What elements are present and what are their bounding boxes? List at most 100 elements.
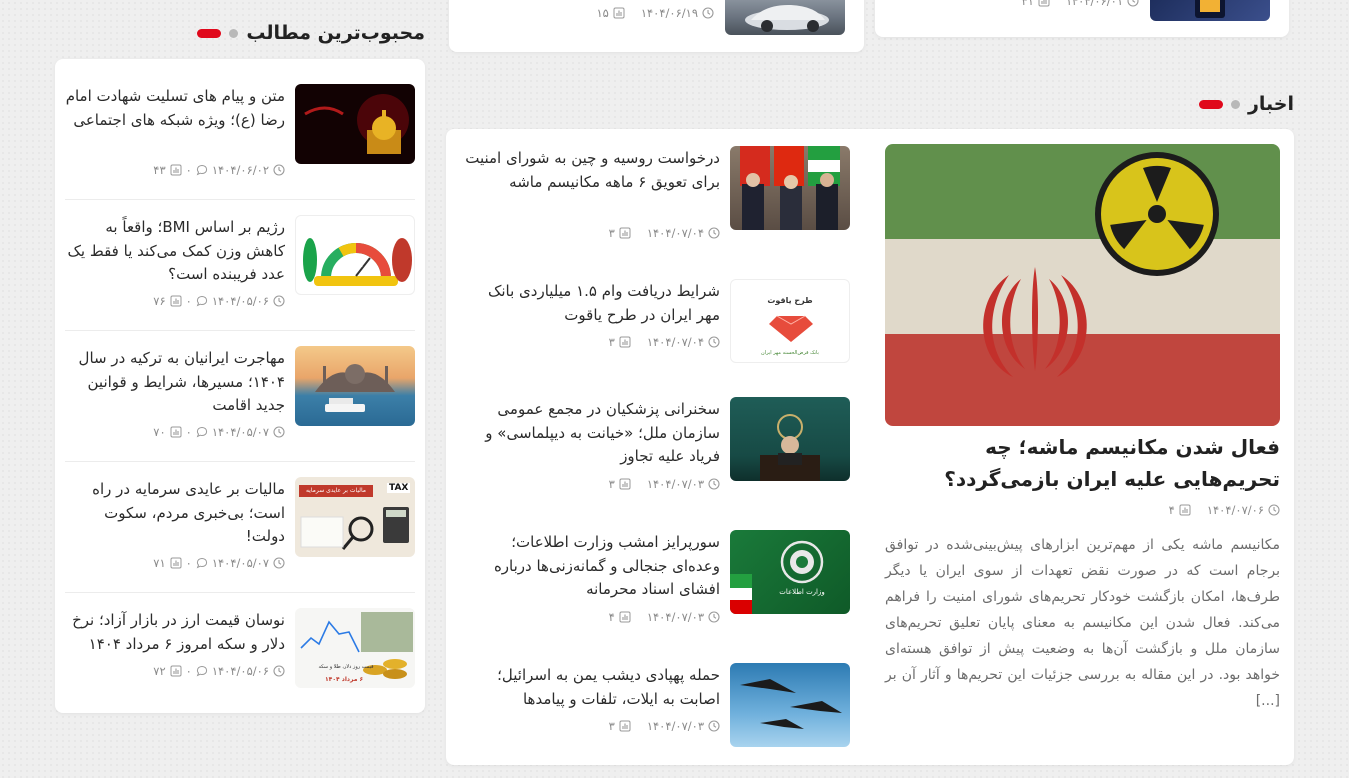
car-thumbnail[interactable] bbox=[725, 0, 845, 35]
comment-icon bbox=[196, 557, 208, 569]
views-icon bbox=[170, 557, 182, 569]
popular-thumb-istanbul[interactable] bbox=[295, 346, 415, 426]
popular-item-meta: ۱۴۰۴/۰۵/۰۶ ۰ ۷۶ bbox=[153, 294, 285, 308]
views-count: ۷۱ bbox=[153, 556, 166, 570]
views-count: ۷۲ bbox=[153, 664, 166, 678]
comments-count: ۰ bbox=[185, 294, 192, 308]
date: ۱۴۰۴/۰۵/۰۷ bbox=[211, 425, 269, 439]
popular-thumb-bmi[interactable]: BMI bbox=[295, 215, 415, 295]
currency-date: ۶ مرداد ۱۴۰۴ bbox=[325, 676, 364, 683]
popular-item-title[interactable]: متن و پیام های تسلیت شهادت امام رضا (ع)؛… bbox=[65, 85, 285, 132]
popular-item-meta: ۱۴۰۴/۰۵/۰۷ ۰ ۷۰ bbox=[153, 425, 285, 439]
news-thumb-un[interactable] bbox=[730, 397, 850, 481]
views-icon bbox=[1038, 0, 1050, 7]
popular-item-meta: ۱۴۰۴/۰۵/۰۷ ۰ ۷۱ bbox=[153, 556, 285, 570]
currency-banner: قیمت روز دلار، طلا و سکه bbox=[318, 664, 374, 670]
divider bbox=[65, 592, 415, 593]
news-heading-text: اخبار bbox=[1247, 93, 1294, 115]
diplomats-image bbox=[740, 146, 840, 230]
news-thumb-flags[interactable] bbox=[730, 146, 850, 230]
popular-heading-text: محبوب‌ترین مطالب bbox=[246, 22, 425, 44]
clock-icon bbox=[708, 227, 720, 239]
popular-thumb-tax[interactable]: TAX مالیات بر عایدی سرمایه bbox=[295, 477, 415, 557]
divider bbox=[65, 330, 415, 331]
popular-thumb-mourning[interactable] bbox=[295, 84, 415, 164]
popular-item-title[interactable]: نوسان قیمت ارز در بازار آزاد؛ نرخ دلار و… bbox=[65, 609, 285, 656]
views-icon bbox=[170, 426, 182, 438]
popular-item-title[interactable]: مالیات بر عایدی سرمایه در راه است؛ بی‌خب… bbox=[65, 478, 285, 549]
date: ۱۴۰۴/۰۷/۰۳ bbox=[646, 719, 704, 733]
shrine-image bbox=[304, 94, 409, 154]
views-count: ۴۳ bbox=[153, 163, 166, 177]
views-icon bbox=[619, 336, 631, 348]
comments-count: ۰ bbox=[185, 163, 192, 177]
clock-icon bbox=[708, 478, 720, 490]
divider bbox=[65, 461, 415, 462]
date: ۱۴۰۴/۰۶/۱۹ bbox=[640, 6, 698, 20]
views-count: ۳ bbox=[608, 335, 615, 349]
bmi-image bbox=[303, 238, 412, 286]
comment-icon bbox=[196, 665, 208, 677]
views-icon bbox=[613, 7, 625, 19]
views-count: ۳ bbox=[608, 226, 615, 240]
bmi-label: BMI bbox=[346, 260, 364, 269]
news-item-title[interactable]: درخواست روسیه و چین به شورای امنیت برای … bbox=[465, 147, 720, 194]
comments-count: ۰ bbox=[185, 556, 192, 570]
phone-image bbox=[1195, 0, 1225, 18]
phone-thumbnail[interactable] bbox=[1150, 0, 1270, 21]
clock-icon bbox=[708, 336, 720, 348]
date: ۱۴۰۴/۰۶/۰۲ bbox=[211, 163, 269, 177]
views-count: ۷۰ bbox=[153, 425, 166, 439]
heading-accent-bar bbox=[197, 28, 222, 38]
date: ۱۴۰۴/۰۷/۰۳ bbox=[646, 477, 704, 491]
date: ۱۴۰۴/۰۵/۰۷ bbox=[211, 556, 269, 570]
intel-label: وزارت اطلاعات bbox=[779, 588, 825, 596]
comments-count: ۰ bbox=[185, 425, 192, 439]
news-item-title[interactable]: حمله پهپادی دیشب یمن به اسرائیل؛ اصابت ب… bbox=[465, 664, 720, 711]
news-thumb-yaghoot[interactable]: طرح یاقوت بانک قرض‌الحسنه مهر ایران bbox=[730, 279, 850, 363]
featured-meta: ۱۴۰۴/۰۷/۰۶ ۴ bbox=[1169, 503, 1280, 517]
featured-image[interactable] bbox=[885, 144, 1280, 426]
top-card-middle[interactable]: ۱۴۰۴/۰۶/۱۹ ۱۵ bbox=[449, 0, 864, 52]
news-thumb-drones[interactable] bbox=[730, 663, 850, 747]
popular-card: متن و پیام های تسلیت شهادت امام رضا (ع)؛… bbox=[55, 59, 425, 713]
date: ۱۴۰۴/۰۷/۰۴ bbox=[646, 226, 704, 240]
views-icon bbox=[1179, 504, 1191, 516]
views-icon bbox=[619, 227, 631, 239]
clock-icon bbox=[273, 557, 285, 569]
un-speech-image bbox=[760, 414, 820, 481]
date: ۱۴۰۴/۰۷/۰۶ bbox=[1206, 503, 1264, 517]
popular-item-title[interactable]: رژیم بر اساس BMI؛ واقعاً به کاهش وزن کمک… bbox=[65, 216, 285, 287]
ministry-logo-image bbox=[730, 540, 824, 614]
top-card-middle-meta: ۱۴۰۴/۰۶/۱۹ ۱۵ bbox=[596, 6, 714, 20]
clock-icon bbox=[273, 295, 285, 307]
clock-icon bbox=[273, 426, 285, 438]
tax-label: TAX bbox=[387, 483, 411, 493]
news-item-meta: ۱۴۰۴/۰۷/۰۴ ۳ bbox=[609, 226, 720, 240]
date: ۱۴۰۴/۰۷/۰۳ bbox=[646, 610, 704, 624]
news-item-meta: ۱۴۰۴/۰۷/۰۴ ۳ bbox=[609, 335, 720, 349]
date: ۱۴۰۴/۰۵/۰۶ bbox=[211, 294, 269, 308]
views-icon bbox=[170, 295, 182, 307]
featured-title[interactable]: فعال شدن مکانیسم ماشه؛ چه تحریم‌هایی علی… bbox=[885, 431, 1280, 495]
heading-accent-bar bbox=[1198, 99, 1223, 109]
views-count: ۴ bbox=[608, 610, 615, 624]
popular-thumb-currency[interactable]: قیمت روز دلار، طلا و سکه ۶ مرداد ۱۴۰۴ bbox=[295, 608, 415, 688]
comments-count: ۰ bbox=[185, 664, 192, 678]
top-card-right[interactable]: ۱۴۰۴/۰۶/۰۱ ۳۱ bbox=[875, 0, 1289, 37]
heading-dot bbox=[229, 28, 239, 38]
news-thumb-intelligence[interactable]: وزارت اطلاعات bbox=[730, 530, 850, 614]
date: ۱۴۰۴/۰۷/۰۴ bbox=[646, 335, 704, 349]
car-image bbox=[745, 4, 829, 32]
clock-icon bbox=[1127, 0, 1139, 7]
news-heading: اخبار bbox=[1198, 93, 1294, 115]
date: ۱۴۰۴/۰۵/۰۶ bbox=[211, 664, 269, 678]
popular-item-title[interactable]: مهاجرت ایرانیان به ترکیه در سال ۱۴۰۴؛ مس… bbox=[65, 347, 285, 418]
news-item-title[interactable]: سورپرایز امشب وزارت اطلاعات؛ وعده‌ای جنج… bbox=[465, 531, 720, 602]
clock-icon bbox=[708, 720, 720, 732]
views-icon bbox=[619, 611, 631, 623]
news-item-title[interactable]: شرایط دریافت وام ۱.۵ میلیاردی بانک مهر ا… bbox=[465, 280, 720, 327]
views-count: ۳۱ bbox=[1021, 0, 1034, 8]
news-item-title[interactable]: سخنرانی پزشکیان در مجمع عمومی سازمان ملل… bbox=[465, 398, 720, 469]
istanbul-image bbox=[315, 364, 395, 412]
